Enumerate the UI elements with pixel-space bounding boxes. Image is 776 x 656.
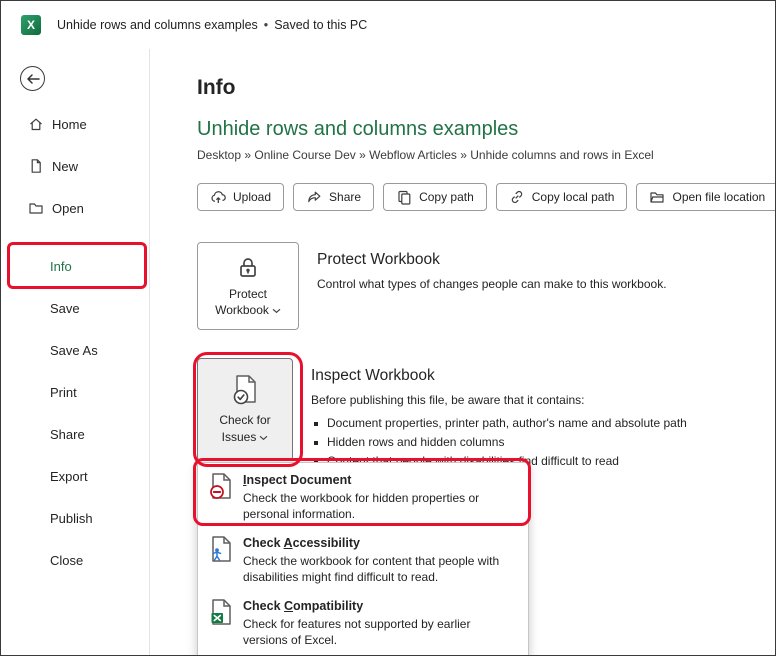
titlebar-document-title: Unhide rows and columns examples — [57, 18, 258, 32]
copy-path-button[interactable]: Copy path — [383, 183, 487, 211]
sidebar-item-label: Save As — [50, 342, 98, 358]
square-bullet-icon — [314, 441, 318, 445]
inspect-workbook-text: Inspect Workbook Before publishing this … — [311, 358, 687, 471]
inspect-document-icon — [208, 472, 234, 500]
sidebar-item-save[interactable]: Save — [1, 287, 148, 329]
sidebar-nav: Home New Open Info Save Save As Print Sh… — [1, 103, 148, 581]
sidebar-item-label: Save — [50, 300, 80, 316]
sidebar-item-label: Publish — [50, 510, 93, 526]
menu-item-description: Check for features not supported by earl… — [243, 617, 471, 647]
titlebar-save-status: Saved to this PC — [274, 18, 368, 32]
protect-workbook-section: Protect Workbook Protect Workbook Contro… — [197, 242, 775, 330]
check-for-issues-menu: Inspect Document Check the workbook for … — [197, 462, 529, 655]
sidebar-item-export[interactable]: Export — [1, 455, 148, 497]
check-accessibility-icon — [208, 535, 234, 563]
inspect-workbook-section: Check for Issues Inspect Workbook Before… — [197, 358, 775, 471]
inspect-workbook-description: Before publishing this file, be aware th… — [311, 393, 585, 407]
upload-cloud-icon — [210, 189, 226, 205]
open-folder-icon — [28, 200, 44, 216]
protect-workbook-text: Protect Workbook Control what types of c… — [317, 242, 667, 292]
backstage-sidebar: Home New Open Info Save Save As Print Sh… — [1, 49, 150, 655]
back-button[interactable] — [20, 66, 45, 91]
sidebar-item-label: New — [52, 158, 79, 174]
sidebar-item-label: Close — [50, 552, 84, 568]
document-title: Unhide rows and columns examples — [197, 118, 519, 140]
bullet-text: Hidden rows and hidden columns — [327, 435, 505, 449]
inspect-workbook-heading: Inspect Workbook — [311, 367, 435, 384]
menu-item-text: Check Compatibility Check for features n… — [243, 598, 515, 648]
chevron-down-icon — [272, 303, 281, 317]
menu-item-inspect-document[interactable]: Inspect Document Check the workbook for … — [198, 465, 528, 528]
open-file-location-button[interactable]: Open file location — [636, 183, 775, 211]
check-for-issues-icon — [230, 374, 260, 406]
menu-item-text: Inspect Document Check the workbook for … — [243, 472, 515, 522]
copy-path-button-label: Copy path — [419, 190, 474, 204]
sidebar-item-home[interactable]: Home — [1, 103, 148, 145]
titlebar: X Unhide rows and columns examples • Saved… — [1, 1, 775, 49]
menu-item-description: Check the workbook for content that peop… — [243, 554, 500, 584]
new-document-icon — [28, 158, 44, 174]
breadcrumb: Desktop » Online Course Dev » Webflow Ar… — [197, 148, 654, 162]
copy-path-icon — [396, 189, 412, 205]
bullet-item: Hidden rows and hidden columns — [311, 433, 687, 452]
chevron-down-icon — [259, 430, 268, 444]
copy-local-path-button[interactable]: Copy local path — [495, 183, 628, 211]
protect-workbook-button-label: Protect Workbook — [215, 286, 269, 317]
titlebar-separator: • — [263, 18, 269, 32]
folder-icon — [649, 189, 665, 205]
sidebar-item-share[interactable]: Share — [1, 413, 148, 455]
menu-item-description: Check the workbook for hidden properties… — [243, 491, 480, 521]
sidebar-item-label: Share — [50, 426, 85, 442]
sidebar-item-label: Open — [52, 200, 84, 216]
share-button-label: Share — [329, 190, 362, 204]
excel-backstage-window: X Unhide rows and columns examples • Saved… — [0, 0, 776, 656]
check-for-issues-button[interactable]: Check for Issues — [197, 358, 293, 461]
excel-app-icon: X — [21, 15, 41, 35]
sidebar-item-save-as[interactable]: Save As — [1, 329, 148, 371]
check-compatibility-icon — [208, 598, 234, 626]
sidebar-item-label: Info — [50, 258, 72, 274]
share-arrow-icon — [306, 189, 322, 205]
home-icon — [28, 116, 44, 132]
square-bullet-icon — [314, 422, 318, 426]
back-arrow-icon — [26, 73, 40, 85]
protect-workbook-description: Control what types of changes people can… — [317, 277, 667, 291]
sidebar-item-label: Home — [52, 116, 87, 132]
link-icon — [509, 189, 525, 205]
document-action-bar: Upload Share Copy path Copy local path O… — [197, 183, 775, 211]
menu-item-title: Check Accessibility — [243, 536, 360, 550]
titlebar-text: Unhide rows and columns examples • Saved t… — [57, 18, 367, 32]
sidebar-item-label: Export — [50, 468, 88, 484]
sidebar-item-open[interactable]: Open — [1, 187, 148, 229]
sidebar-item-info[interactable]: Info — [1, 245, 148, 287]
menu-item-title: Inspect Document — [243, 473, 352, 487]
upload-button[interactable]: Upload — [197, 183, 285, 211]
sidebar-item-publish[interactable]: Publish — [1, 497, 148, 539]
menu-item-text: Check Accessibility Check the workbook f… — [243, 535, 515, 585]
sidebar-item-print[interactable]: Print — [1, 371, 148, 413]
bullet-text: Document properties, printer path, autho… — [327, 416, 687, 430]
excel-app-letter: X — [26, 18, 35, 32]
sidebar-item-new[interactable]: New — [1, 145, 148, 187]
bullet-item: Document properties, printer path, autho… — [311, 414, 687, 433]
menu-item-title: Check Compatibility — [243, 599, 364, 613]
lock-icon — [235, 254, 261, 280]
page-title: Info — [197, 76, 236, 99]
upload-button-label: Upload — [233, 190, 272, 204]
copy-local-path-button-label: Copy local path — [531, 190, 615, 204]
open-file-location-button-label: Open file location — [672, 190, 766, 204]
protect-workbook-heading: Protect Workbook — [317, 251, 440, 268]
menu-item-check-compatibility[interactable]: Check Compatibility Check for features n… — [198, 591, 528, 654]
sidebar-item-close[interactable]: Close — [1, 539, 148, 581]
protect-workbook-button[interactable]: Protect Workbook — [197, 242, 299, 330]
share-button[interactable]: Share — [293, 183, 375, 211]
menu-item-check-accessibility[interactable]: Check Accessibility Check the workbook f… — [198, 528, 528, 591]
sidebar-item-label: Print — [50, 384, 77, 400]
